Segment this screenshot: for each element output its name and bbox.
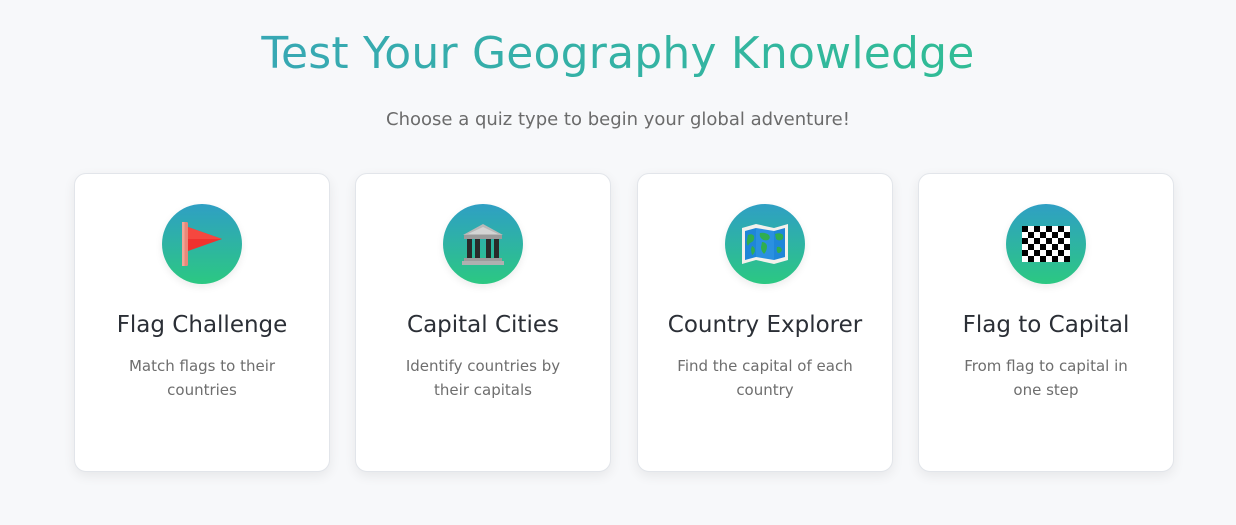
quiz-type-cards: Flag Challenge Match flags to their coun… [74, 173, 1174, 472]
card-description: Identify countries by their capitals [405, 357, 561, 399]
card-description: Find the capital of each country [677, 357, 853, 399]
quiz-card-capital-cities[interactable]: Capital Cities Identify countries by the… [355, 173, 611, 472]
card-title: Country Explorer [667, 312, 863, 338]
icon-badge [162, 204, 242, 284]
checkered-flag-icon [1022, 226, 1070, 262]
quiz-card-country-explorer[interactable]: Country Explorer Find the capital of eac… [637, 173, 893, 472]
card-title: Flag to Capital [962, 312, 1130, 338]
quiz-card-flag-challenge[interactable]: Flag Challenge Match flags to their coun… [74, 173, 330, 472]
icon-badge [1006, 204, 1086, 284]
card-title: Flag Challenge [116, 312, 288, 338]
card-description: Match flags to their countries [128, 357, 276, 399]
icon-badge [443, 204, 523, 284]
quiz-card-flag-to-capital[interactable]: Flag to Capital From flag to capital in … [918, 173, 1174, 472]
world-map-icon [742, 224, 788, 264]
classical-building-icon [462, 224, 504, 265]
triangular-flag-icon [182, 222, 222, 266]
page-subtitle: Choose a quiz type to begin your global … [386, 109, 850, 130]
card-title: Capital Cities [407, 312, 559, 338]
card-description: From flag to capital in one step [964, 357, 1128, 399]
icon-badge [725, 204, 805, 284]
page-title: Test Your Geography Knowledge [0, 26, 1236, 82]
quiz-selection-page: Test Your Geography Knowledge Choose a q… [0, 0, 1236, 525]
